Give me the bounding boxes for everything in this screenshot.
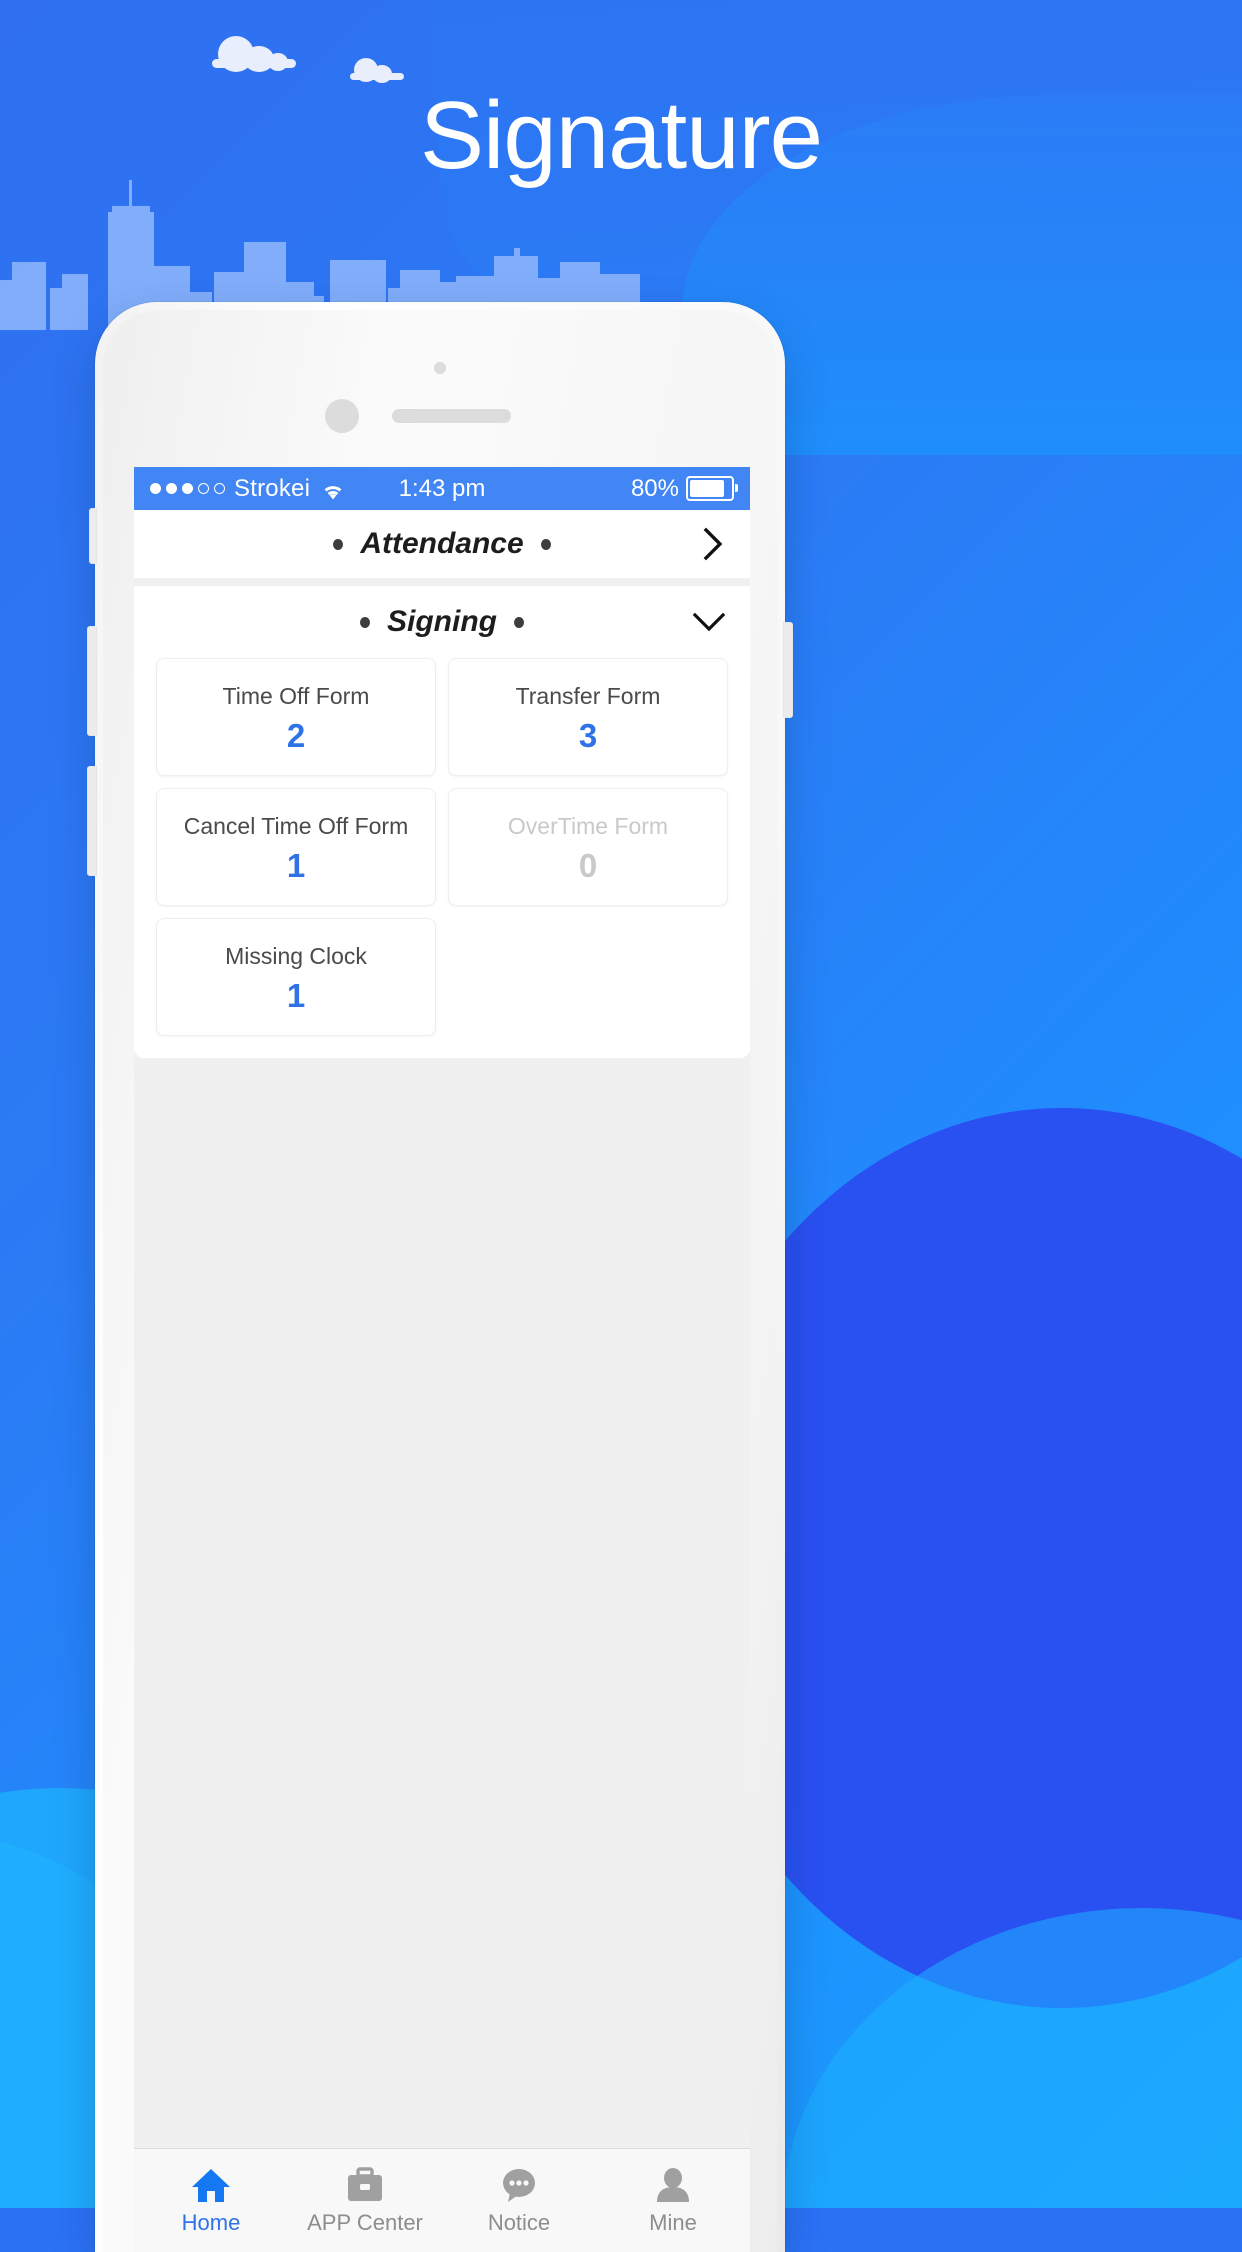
chevron-down-icon[interactable] <box>690 607 728 637</box>
bullet-right-icon <box>540 538 551 550</box>
cloud-small-icon <box>350 58 404 83</box>
card-label: Transfer Form <box>515 682 661 709</box>
status-bar-right: 80% <box>630 474 738 503</box>
volume-up-button[interactable] <box>87 626 97 736</box>
chat-icon <box>499 2165 539 2203</box>
section-signing-title: Signing <box>134 605 750 639</box>
section-attendance[interactable]: Attendance <box>134 510 750 578</box>
home-icon <box>191 2165 231 2203</box>
section-attendance-label: Attendance <box>360 527 524 560</box>
power-button[interactable] <box>783 622 793 718</box>
volume-down-button[interactable] <box>87 766 97 876</box>
tab-notice[interactable]: Notice <box>442 2149 596 2252</box>
chevron-right-icon[interactable] <box>698 525 728 563</box>
earpiece-speaker-icon <box>392 409 511 423</box>
card-count: 0 <box>578 846 598 884</box>
card-label: Time Off Form <box>222 682 370 709</box>
tab-home-label: Home <box>181 2210 241 2235</box>
section-signing: Signing Time Off Form 2 Transfer Form 3 <box>134 586 750 1058</box>
card-label: OverTime Form <box>507 812 669 839</box>
card-label: Missing Clock <box>225 942 367 969</box>
card-count: 2 <box>286 716 306 754</box>
signing-card-cancel-time-off-form[interactable]: Cancel Time Off Form 1 <box>156 788 436 906</box>
section-signing-label: Signing <box>387 605 497 638</box>
signing-card-grid: Time Off Form 2 Transfer Form 3 Cancel T… <box>134 658 750 1036</box>
section-attendance-title: Attendance <box>134 527 750 561</box>
signing-card-overtime-form: OverTime Form 0 <box>448 788 728 906</box>
bottom-tab-bar: Home APP Center Notice Mine <box>134 2148 750 2252</box>
tab-app-center-label: APP Center <box>307 2210 423 2235</box>
proximity-sensor-icon <box>434 362 446 374</box>
section-signing-header[interactable]: Signing <box>134 586 750 658</box>
tab-mine-label: Mine <box>649 2210 697 2235</box>
card-count: 1 <box>286 976 306 1014</box>
person-icon <box>653 2165 693 2203</box>
tab-app-center[interactable]: APP Center <box>288 2149 442 2252</box>
bullet-right-icon <box>513 616 524 628</box>
tab-mine[interactable]: Mine <box>596 2149 750 2252</box>
phone-mockup: Strokei 1:43 pm 80% Attendance Signing T… <box>87 302 793 2252</box>
briefcase-icon <box>345 2165 385 2203</box>
signing-card-transfer-form[interactable]: Transfer Form 3 <box>448 658 728 776</box>
card-count: 3 <box>578 716 598 754</box>
mute-switch-button[interactable] <box>89 508 97 564</box>
card-count: 1 <box>286 846 306 884</box>
tab-home[interactable]: Home <box>134 2149 288 2252</box>
phone-screen: Strokei 1:43 pm 80% Attendance Signing T… <box>134 467 750 2252</box>
battery-percent-label: 80% <box>630 474 679 502</box>
signing-card-missing-clock[interactable]: Missing Clock 1 <box>156 918 436 1036</box>
page-title: Signature <box>420 82 823 189</box>
cloud-large-icon <box>212 36 296 72</box>
bullet-left-icon <box>360 616 370 628</box>
signing-card-time-off-form[interactable]: Time Off Form 2 <box>156 658 436 776</box>
front-camera-icon <box>325 399 359 433</box>
card-label: Cancel Time Off Form <box>183 812 409 839</box>
status-bar: Strokei 1:43 pm 80% <box>134 467 750 510</box>
tab-notice-label: Notice <box>487 2210 551 2235</box>
bullet-left-icon <box>333 538 344 550</box>
battery-icon <box>686 476 738 501</box>
